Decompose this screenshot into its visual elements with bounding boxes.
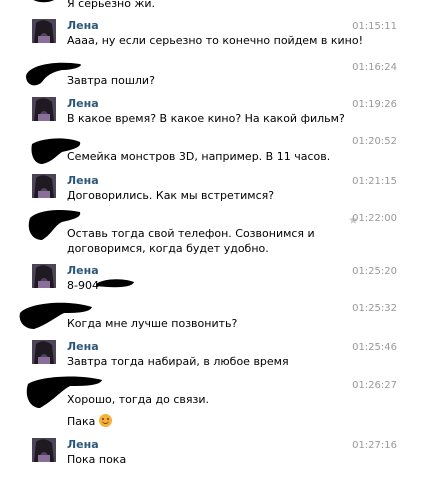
author-name[interactable]: Лена xyxy=(67,97,99,110)
avatar[interactable] xyxy=(32,264,56,288)
author-name[interactable]: Лена xyxy=(67,19,99,32)
message-time[interactable]: 01:15:11 xyxy=(352,20,397,33)
message-text-content: Пака xyxy=(67,415,96,428)
message-text: Завтра пошли? xyxy=(67,74,155,87)
message-text: Хорошо, тогда до связи. xyxy=(67,393,210,406)
avatar[interactable] xyxy=(32,19,56,43)
avatar[interactable] xyxy=(32,438,56,462)
message-text: Оставь тогда свой телефон. Созвонимся и … xyxy=(67,227,315,255)
message-time[interactable]: 01:20:52 xyxy=(352,135,397,148)
message-text: Когда мне лучше позвонить? xyxy=(67,317,238,330)
message-text: Пока пока xyxy=(67,453,127,466)
message-time[interactable]: 01:27:16 xyxy=(352,439,397,452)
message-time[interactable]: 01:26:27 xyxy=(352,379,397,392)
censor-scribble xyxy=(96,279,134,288)
author-name[interactable]: Лена xyxy=(67,340,99,353)
author-name[interactable]: Лена xyxy=(67,438,99,451)
censor-scribble xyxy=(33,0,55,3)
message-time[interactable]: 01:25:32 xyxy=(352,302,397,315)
message-text: Я серьезно жи. xyxy=(67,0,156,10)
message-text: Завтра тогда набирай, в любое время xyxy=(67,355,289,368)
message-text: Договорились. Как мы встретимся? xyxy=(67,189,275,202)
message-time[interactable]: 01:19:26 xyxy=(352,98,397,111)
message-text: Пака xyxy=(67,414,379,429)
message-time[interactable]: 01:25:46 xyxy=(352,341,397,354)
message-text: Аааа, ну если серьезно то конечно пойдем… xyxy=(67,34,363,47)
avatar[interactable] xyxy=(32,340,56,364)
message-text: В какое время? В какое кино? На какой фи… xyxy=(67,112,345,125)
message-time[interactable]: 01:22:00 xyxy=(352,212,397,225)
avatar[interactable] xyxy=(32,97,56,121)
message-time[interactable]: 01:21:15 xyxy=(352,175,397,188)
author-name[interactable]: Лена xyxy=(67,174,99,187)
avatar[interactable] xyxy=(32,174,56,198)
smile-emoji-icon xyxy=(99,414,113,427)
message-time[interactable]: 01:25:20 xyxy=(352,265,397,278)
message-text: Семейка монстров 3D, например. В 11 часо… xyxy=(67,150,331,163)
